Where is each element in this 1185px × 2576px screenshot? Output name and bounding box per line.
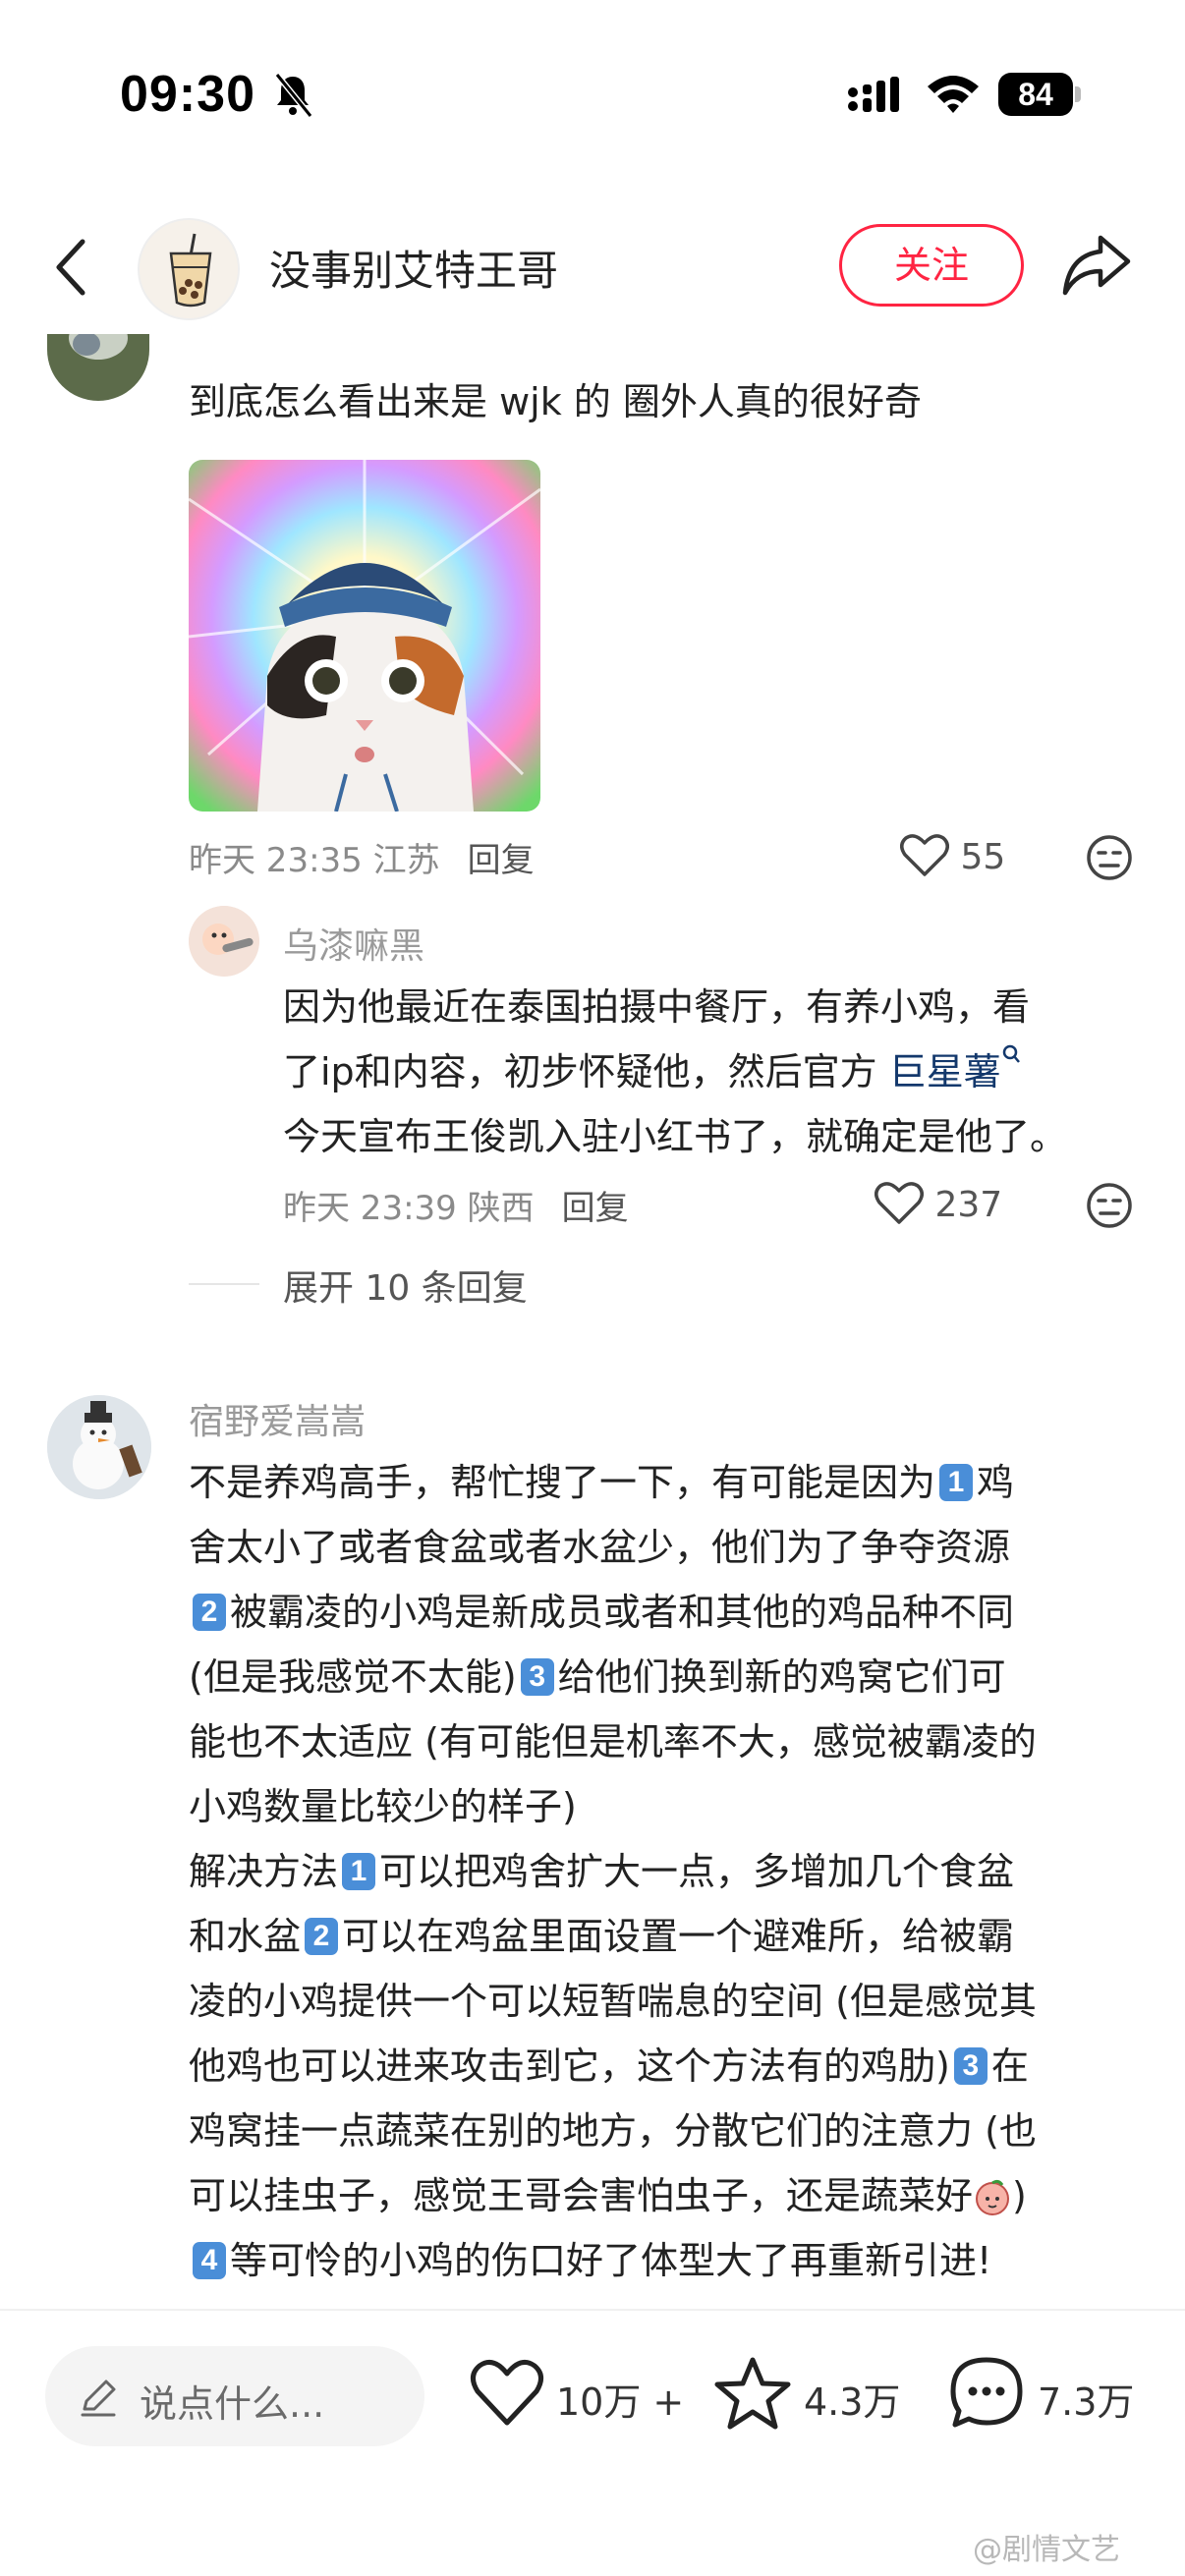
status-bar: 09:30 84 (0, 0, 1185, 187)
emoji-reaction-icon[interactable] (1085, 1181, 1134, 1230)
text-segment: 可以挂虫子，感觉王哥会害怕虫子，还是蔬菜好 (189, 2174, 974, 2217)
reply-like-button[interactable]: 237 (875, 1181, 1002, 1226)
text-segment: 被霸凌的小鸡是新成员或者和其他的鸡品种不同 (230, 1591, 1015, 1634)
comment-text: 到底怎么看出来是 wjk 的 圈外人真的很好奇 (189, 380, 922, 423)
number-badge: 2 (305, 1918, 339, 1955)
text-segment: 可以在鸡盆里面设置一个避难所，给被霸 (342, 1915, 1015, 1958)
text-segment: 解决方法 (189, 1850, 339, 1893)
heart-icon (900, 834, 949, 876)
comment-text-line: 舍太小了或者食盆或者水盆少，他们为了争夺资源 (189, 1526, 1011, 1569)
comment-text-line: 凌的小鸡提供一个可以短暂喘息的空间 (但是感觉其 (189, 1980, 1037, 2023)
topic-link[interactable]: 巨星薯 (889, 1050, 1001, 1093)
search-icon (1002, 1044, 1020, 1063)
comment-text-line: 他鸡也可以进来攻击到它，这个方法有的鸡肋) 3 在 (189, 2034, 1152, 2099)
like-count: 10万 + (556, 2380, 685, 2424)
peach-emoji-icon (976, 2179, 1010, 2215)
cellular-signal-icon (848, 77, 899, 112)
expand-replies-button[interactable]: 展开 10 条回复 (283, 1260, 528, 1311)
collect-count: 4.3万 (804, 2380, 901, 2424)
comment-text-line: 能也不太适应 (有可能但是机率不大，感觉被霸凌的 (189, 1720, 1037, 1764)
comment-meta: 昨天 23:35 江苏 回复 (189, 833, 535, 881)
author-avatar[interactable] (138, 218, 240, 320)
number-badge: 1 (342, 1853, 376, 1890)
number-badge: 4 (193, 2242, 226, 2279)
text-segment: 可以把鸡舍扩大一点，多增加几个食盆 (379, 1850, 1015, 1893)
status-time: 09:30 (120, 66, 255, 123)
pencil-icon (81, 2380, 116, 2417)
comment-count: 7.3万 (1038, 2380, 1135, 2424)
text-segment: 他鸡也可以进来攻击到它，这个方法有的鸡肋) (189, 2044, 950, 2088)
author-name[interactable]: 没事别艾特王哥 (269, 238, 558, 298)
text-segment: 鸡 (977, 1461, 1015, 1504)
reply-text-line: 因为他最近在泰国拍摄中餐厅，有养小鸡，看 (283, 985, 1031, 1029)
reply-button[interactable]: 回复 (562, 1189, 629, 1228)
expand-divider (189, 1283, 259, 1285)
comment-text-line: 鸡窝挂一点蔬菜在别的地方，分散它们的注意力 (也 (189, 2109, 1037, 2153)
reply-meta: 昨天 23:39 陕西 回复 (283, 1181, 629, 1229)
comment-text-line: (但是我感觉不太能) 3 给他们换到新的鸡窝它们可 (189, 1645, 1152, 1709)
reply-text: 因为他最近在泰国拍摄中餐厅，有养小鸡，看 了ip和内容，初步怀疑他，然后官方 巨… (283, 975, 1067, 1169)
comment-username[interactable]: 宿野爱嵩嵩 (189, 1393, 366, 1444)
reply-avatar[interactable] (189, 906, 259, 977)
input-placeholder: 说点什么... (140, 2382, 325, 2426)
text-segment: 等可怜的小鸡的伤口好了体型大了再重新引进! (230, 2239, 992, 2282)
heart-icon (875, 1182, 924, 1224)
comment-text-line: 2 被霸凌的小鸡是新成员或者和其他的鸡品种不同 (189, 1580, 1152, 1645)
reply-button[interactable]: 回复 (468, 841, 535, 880)
wifi-icon (928, 76, 979, 113)
comment-input[interactable]: 说点什么... (45, 2346, 424, 2446)
text-segment: 给他们换到新的鸡窝它们可 (557, 1655, 1006, 1699)
number-badge: 2 (193, 1594, 226, 1631)
number-badge: 3 (520, 1658, 554, 1696)
heart-icon (471, 2359, 543, 2426)
reply-time-location: 昨天 23:39 陕西 (283, 1189, 535, 1228)
comment-time-location: 昨天 23:35 江苏 (189, 841, 440, 880)
text-segment: 在 (990, 2044, 1029, 2088)
comment-like-count: 55 (960, 837, 1006, 877)
reply-text-segment: 了ip和内容，初步怀疑他，然后官方 (283, 1050, 889, 1093)
reply-text-line: 今天宣布王俊凯入驻小红书了，就确定是他了。 (283, 1115, 1068, 1158)
text-segment: ) (1012, 2174, 1027, 2217)
bell-muted-icon (274, 73, 313, 118)
emoji-reaction-icon[interactable] (1085, 833, 1134, 882)
comment-like-button[interactable]: 55 (900, 833, 1005, 878)
reply-like-count: 237 (934, 1185, 1003, 1225)
star-icon (714, 2357, 791, 2430)
reply-username[interactable]: 乌漆嘛黑 (283, 918, 424, 969)
battery-icon: 84 (998, 73, 1081, 116)
comment-list[interactable]: 到底怎么看出来是 wjk 的 圈外人真的很好奇 昨天 23:35 江苏 回复 5… (0, 334, 1185, 2309)
battery-level: 84 (998, 73, 1073, 116)
cat-photo (189, 460, 540, 812)
comment-text-line: 小鸡数量比较少的样子) (189, 1785, 577, 1828)
follow-button[interactable]: 关注 (839, 224, 1024, 307)
share-icon[interactable] (1061, 232, 1132, 297)
collect-button[interactable]: 4.3万 (713, 2354, 910, 2436)
number-badge: 1 (939, 1464, 974, 1501)
number-badge: 3 (953, 2047, 988, 2085)
comment-text-line: 4 等可怜的小鸡的伤口好了体型大了再重新引进! (189, 2228, 1152, 2293)
note-header: 没事别艾特王哥 关注 (0, 196, 1185, 334)
chat-bubble-icon (950, 2357, 1023, 2428)
comment-text-line: 不是养鸡高手，帮忙搜了一下，有可能是因为 1 鸡 (189, 1450, 1152, 1515)
back-arrow-icon[interactable] (45, 234, 100, 301)
text-segment: 不是养鸡高手，帮忙搜了一下，有可能是因为 (189, 1461, 936, 1504)
milk-tea-icon (140, 220, 238, 318)
reply-text-line: 了ip和内容，初步怀疑他，然后官方 巨星薯 (283, 1039, 1067, 1104)
comment-text-line: 和水盆 2 可以在鸡盆里面设置一个避难所，给被霸 (189, 1904, 1152, 1969)
comment-button[interactable]: 7.3万 (947, 2354, 1144, 2436)
comment-text-line: 解决方法 1 可以把鸡舍扩大一点，多增加几个食盆 (189, 1839, 1152, 1904)
commenter-avatar[interactable] (47, 1395, 151, 1499)
comment-image[interactable] (189, 460, 540, 812)
commenter-avatar[interactable] (47, 334, 149, 401)
like-button[interactable]: 10万 + (468, 2354, 684, 2436)
comment-text: 不是养鸡高手，帮忙搜了一下，有可能是因为 1 鸡 舍太小了或者食盆或者水盆少，他们为… (189, 1450, 1152, 2293)
text-segment: (但是我感觉不太能) (189, 1655, 517, 1699)
text-segment: 和水盆 (189, 1915, 302, 1958)
comment-text-line: 可以挂虫子，感觉王哥会害怕虫子，还是蔬菜好) (189, 2163, 1152, 2228)
watermark: @剧情文艺 (973, 2533, 1120, 2567)
